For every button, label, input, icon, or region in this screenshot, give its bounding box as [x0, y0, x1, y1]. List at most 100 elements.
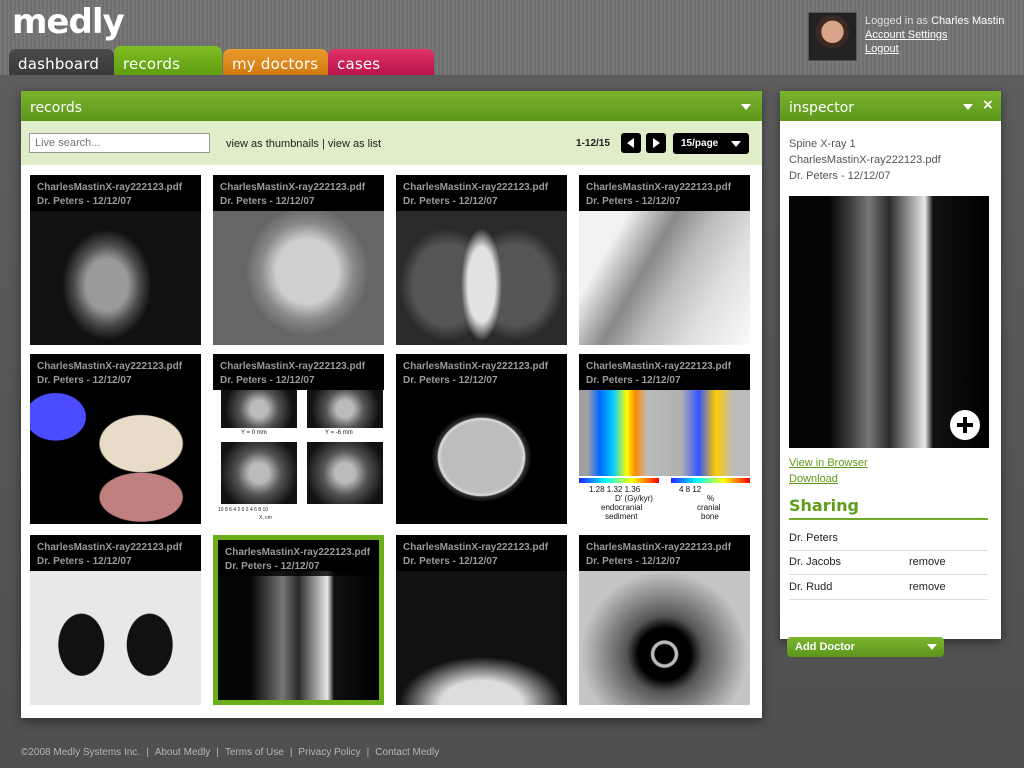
- record-doctor-date: Dr. Peters - 12/12/07: [37, 556, 132, 567]
- tab-cases[interactable]: cases: [328, 49, 434, 75]
- inspector-panel: inspector × Spine X-ray 1 CharlesMastinX…: [780, 91, 1001, 657]
- scan-label-y6: Y = -6 mm: [325, 430, 353, 436]
- brain-axial-mri-image: [396, 390, 567, 524]
- collapse-chevron-icon[interactable]: [741, 104, 751, 110]
- record-thumbnail[interactable]: CharlesMastinX-ray222123.pdf Dr. Peters …: [579, 354, 750, 524]
- inspector-preview: [789, 196, 989, 448]
- record-thumbnail[interactable]: CharlesMastinX-ray222123.pdf Dr. Peters …: [396, 175, 567, 345]
- sharing-row: Dr. Rudd remove: [789, 575, 988, 600]
- sharing-row: Dr. Jacobs remove: [789, 550, 988, 575]
- record-thumbnail[interactable]: CharlesMastinX-ray222123.pdf Dr. Peters …: [213, 175, 384, 345]
- add-doctor-dropdown[interactable]: Add Doctor: [787, 637, 944, 657]
- record-doctor-date: Dr. Peters - 12/12/07: [586, 375, 681, 386]
- record-doctor-date: Dr. Peters - 12/12/07: [220, 375, 315, 386]
- scale-left-caption: endocranial: [601, 503, 643, 512]
- zoom-plus-icon[interactable]: [950, 410, 980, 440]
- record-doctor-date: Dr. Peters - 12/12/07: [586, 196, 681, 207]
- record-thumbnail[interactable]: CharlesMastinX-ray222123.pdf Dr. Peters …: [579, 175, 750, 345]
- scale-right-caption: cranial: [697, 503, 721, 512]
- record-file-name: CharlesMastinX-ray222123.pdf: [225, 547, 371, 558]
- record-meta: CharlesMastinX-ray222123.pdf Dr. Peters …: [396, 175, 567, 211]
- shared-doctor-name: Dr. Peters: [789, 532, 838, 544]
- mammogram-image: [396, 571, 567, 705]
- record-file-name: CharlesMastinX-ray222123.pdf: [403, 361, 549, 372]
- user-name: Charles Mastin: [931, 15, 1005, 27]
- remove-doctor-link[interactable]: remove: [909, 581, 946, 593]
- record-file-name: CharlesMastinX-ray222123.pdf: [37, 182, 183, 193]
- next-page-button[interactable]: [646, 133, 666, 153]
- collapse-chevron-icon[interactable]: [963, 104, 973, 110]
- medly-logo[interactable]: medly: [12, 2, 125, 42]
- ultrasound-image: [579, 571, 750, 705]
- sharing-row: Dr. Peters: [789, 526, 988, 551]
- record-thumbnail[interactable]: CharlesMastinX-ray222123.pdf Dr. Peters …: [396, 535, 567, 705]
- inspector-details: Spine X-ray 1 CharlesMastinX-ray222123.p…: [789, 136, 941, 184]
- scale-right-ticks: 4 8 12: [679, 485, 702, 494]
- arrow-right-icon: [653, 138, 660, 148]
- spine-mri-image: [218, 571, 379, 700]
- record-file-name: CharlesMastinX-ray222123.pdf: [586, 542, 732, 553]
- records-toolbar: view as thumbnails | view as list 1-12/1…: [21, 121, 762, 165]
- per-page-select[interactable]: 15/page: [673, 133, 749, 154]
- record-thumbnail[interactable]: CharlesMastinX-ray222123.pdf Dr. Peters …: [396, 354, 567, 524]
- remove-doctor-link[interactable]: remove: [909, 556, 946, 568]
- record-doctor-date: Dr. Peters - 12/12/07: [586, 556, 681, 567]
- skull-xray-image: [213, 211, 384, 345]
- color-scale-left: [579, 478, 659, 483]
- download-link[interactable]: Download: [789, 473, 838, 485]
- record-file-name: CharlesMastinX-ray222123.pdf: [403, 542, 549, 553]
- inspector-title: inspector: [789, 100, 855, 116]
- contact-medly-link[interactable]: Contact Medly: [375, 747, 439, 758]
- record-doctor-date: Dr. Peters - 12/12/07: [403, 375, 498, 386]
- tab-dashboard[interactable]: dashboard: [9, 49, 114, 75]
- record-meta: CharlesMastinX-ray222123.pdf Dr. Peters …: [218, 540, 379, 576]
- record-meta: CharlesMastinX-ray222123.pdf Dr. Peters …: [396, 535, 567, 571]
- terms-of-use-link[interactable]: Terms of Use: [225, 747, 284, 758]
- record-meta: CharlesMastinX-ray222123.pdf Dr. Peters …: [30, 175, 201, 211]
- record-file-name: CharlesMastinX-ray222123.pdf: [586, 182, 732, 193]
- record-meta: CharlesMastinX-ray222123.pdf Dr. Peters …: [579, 535, 750, 571]
- add-doctor-label: Add Doctor: [795, 641, 855, 653]
- tab-records[interactable]: records: [114, 46, 222, 75]
- record-thumbnail[interactable]: CharlesMastinX-ray222123.pdf Dr. Peters …: [30, 535, 201, 705]
- scan-panels-image: Y = 0 mm Y = -6 mm 10 8 6 4 2 0 2 4 6 8 …: [213, 390, 384, 524]
- live-search-input[interactable]: [29, 133, 210, 153]
- heat-map-region: [579, 390, 750, 476]
- record-thumbnail[interactable]: CharlesMastinX-ray222123.pdf Dr. Peters …: [30, 175, 201, 345]
- view-separator: |: [322, 138, 325, 150]
- record-meta: CharlesMastinX-ray222123.pdf Dr. Peters …: [30, 535, 201, 571]
- view-as-list-link[interactable]: view as list: [328, 138, 381, 150]
- about-medly-link[interactable]: About Medly: [155, 747, 211, 758]
- footer-separator: |: [146, 747, 149, 758]
- record-meta: CharlesMastinX-ray222123.pdf Dr. Peters …: [213, 354, 384, 390]
- shared-doctor-name: Dr. Rudd: [789, 581, 833, 593]
- logout-link[interactable]: Logout: [865, 43, 1024, 55]
- record-thumbnail-selected[interactable]: CharlesMastinX-ray222123.pdf Dr. Peters …: [213, 535, 384, 705]
- record-thumbnail[interactable]: CharlesMastinX-ray222123.pdf Dr. Peters …: [579, 535, 750, 705]
- prev-page-button[interactable]: [621, 133, 641, 153]
- record-file-name: CharlesMastinX-ray222123.pdf: [586, 361, 732, 372]
- scan-panel: [307, 442, 383, 504]
- scale-left-ticks: 1.28 1.32 1.36: [589, 485, 641, 494]
- account-settings-link[interactable]: Account Settings: [865, 29, 1024, 41]
- record-meta: CharlesMastinX-ray222123.pdf Dr. Peters …: [30, 354, 201, 390]
- records-panel: records view as thumbnails | view as lis…: [21, 91, 762, 718]
- record-doctor-date: Dr. Peters - 12/12/07: [220, 196, 315, 207]
- privacy-policy-link[interactable]: Privacy Policy: [298, 747, 360, 758]
- user-info: Logged in as Charles Mastin Account Sett…: [865, 15, 1024, 55]
- tab-my-doctors[interactable]: my doctors: [223, 49, 328, 75]
- view-in-browser-link[interactable]: View in Browser: [789, 457, 868, 469]
- close-icon[interactable]: ×: [982, 97, 994, 113]
- record-file-name: CharlesMastinX-ray222123.pdf: [37, 542, 183, 553]
- view-as-thumbnails-link[interactable]: view as thumbnails: [226, 138, 319, 150]
- record-thumbnail[interactable]: CharlesMastinX-ray222123.pdf Dr. Peters …: [30, 354, 201, 524]
- scale-left-unit: D' (Gy/kyr): [615, 494, 653, 503]
- page-range: 1-12/15: [576, 138, 610, 149]
- inspector-header: inspector ×: [780, 91, 1001, 121]
- scale-left-caption-2: sediment: [605, 512, 638, 521]
- scan-panel: [221, 390, 297, 428]
- avatar: [808, 12, 857, 61]
- record-thumbnail[interactable]: CharlesMastinX-ray222123.pdf Dr. Peters …: [213, 354, 384, 524]
- footer-separator: |: [289, 747, 293, 758]
- record-file-name: CharlesMastinX-ray222123.pdf: [220, 361, 366, 372]
